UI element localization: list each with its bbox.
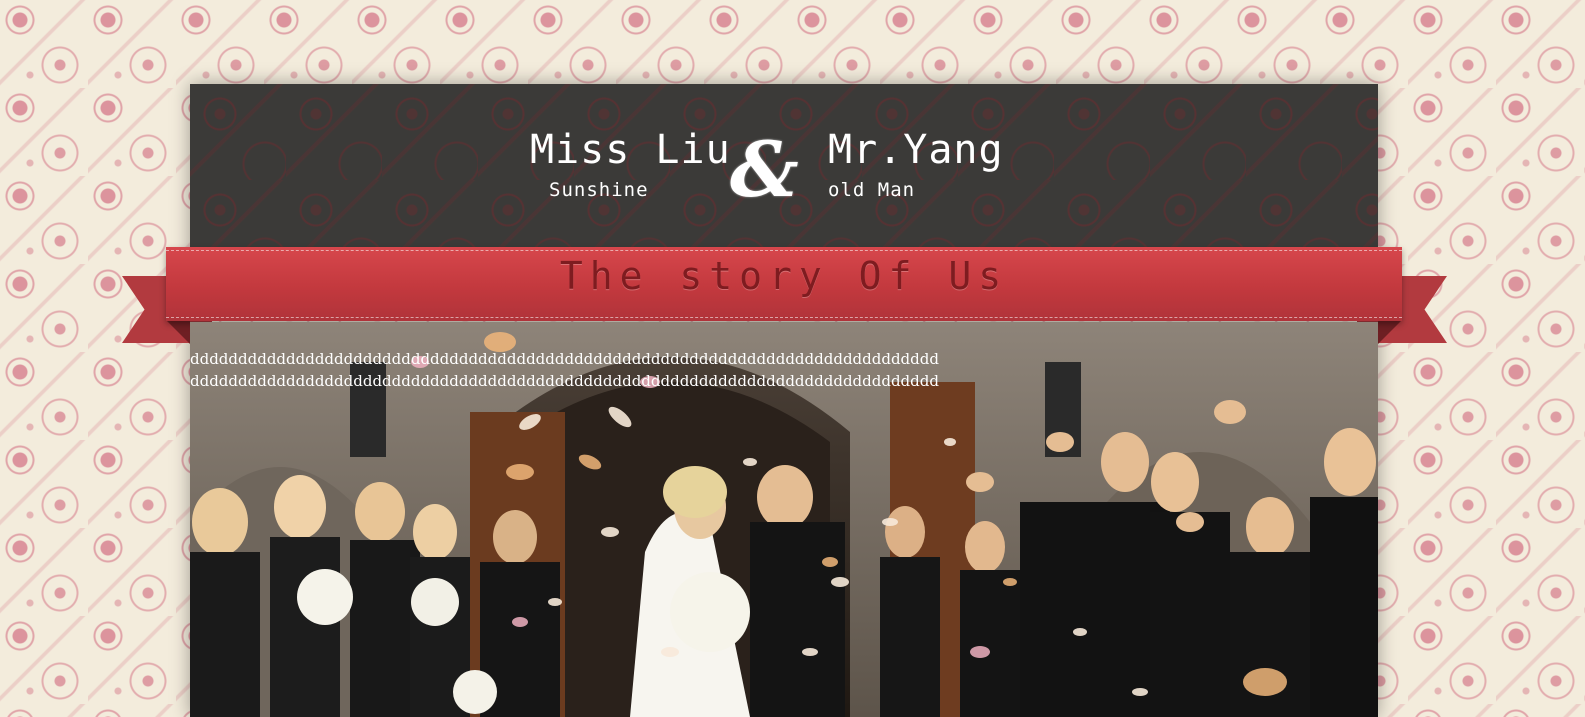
- groom-nickname: old Man: [828, 179, 916, 201]
- couple-header: Miss Liu Sunshine & Mr.Yang old Man: [190, 84, 1378, 250]
- bride-name: Miss Liu: [530, 127, 731, 173]
- groom-name: Mr.Yang: [828, 127, 1004, 173]
- story-line-1: dddddddddddddddddddddddddddddddddddddddd…: [190, 350, 939, 368]
- story-text: dddddddddddddddddddddddddddddddddddddddd…: [190, 348, 950, 392]
- story-banner: The story Of Us: [166, 247, 1402, 321]
- banner-title: The story Of Us: [559, 254, 1009, 298]
- ampersand-logo: &: [730, 125, 799, 214]
- bride-nickname: Sunshine: [549, 179, 649, 201]
- story-line-2: dddddddddddddddddddddddddddddddddddddddd…: [190, 372, 939, 390]
